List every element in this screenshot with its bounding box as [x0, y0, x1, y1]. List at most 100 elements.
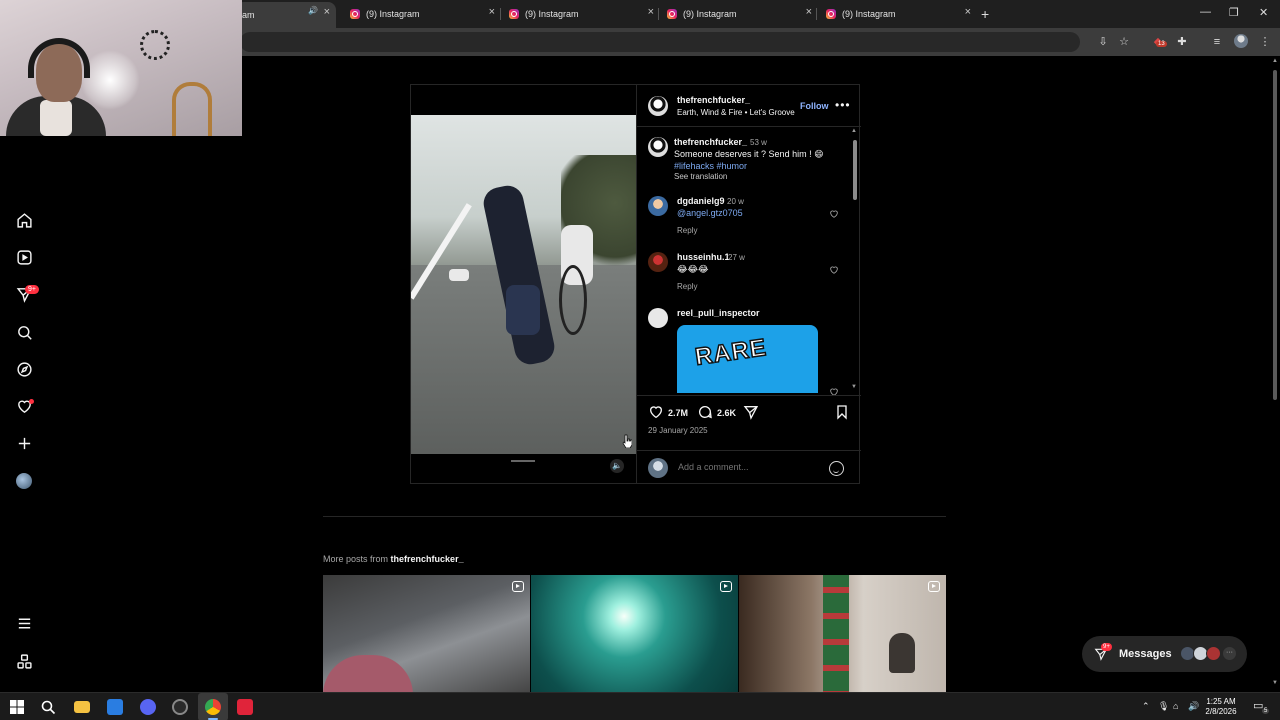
tab-close-icon[interactable]: ×: [489, 6, 495, 18]
tab-close-icon[interactable]: ×: [965, 6, 971, 18]
chrome-menu-icon[interactable]: ⋮: [1258, 35, 1272, 49]
likes-count[interactable]: 2.7M: [668, 408, 688, 418]
app-icon[interactable]: [237, 699, 253, 715]
comment-avatar[interactable]: [648, 252, 668, 272]
chrome-icon[interactable]: [205, 699, 221, 715]
share-icon[interactable]: [743, 404, 759, 420]
volume-icon[interactable]: 🔈: [610, 459, 624, 473]
reply-link[interactable]: Reply: [677, 226, 697, 235]
caption-avatar[interactable]: [648, 137, 668, 157]
more-options-icon[interactable]: •••: [835, 98, 851, 112]
reel-video[interactable]: 🔈: [411, 85, 636, 483]
search-icon[interactable]: [16, 324, 33, 341]
comment-age: 27 w: [728, 253, 745, 262]
comments-scrollbar[interactable]: ▲ ▼: [851, 128, 859, 394]
microphone-icon[interactable]: 🎙: [1158, 701, 1169, 712]
network-icon[interactable]: ⌂: [1173, 701, 1178, 711]
follow-button[interactable]: Follow: [800, 101, 829, 111]
file-explorer-icon[interactable]: [74, 701, 90, 713]
owner-username[interactable]: thefrenchfucker_: [677, 95, 750, 105]
notification-dot: [29, 399, 34, 404]
scroll-down-arrow-icon[interactable]: ▼: [851, 384, 857, 390]
taskbar-clock[interactable]: 1:25 AM 2/8/2026: [1198, 697, 1244, 717]
caption-text: Someone deserves it ? Send him ! 😄: [674, 149, 824, 159]
video-frame: [411, 115, 636, 454]
caption-username[interactable]: thefrenchfucker_: [674, 137, 747, 147]
scroll-down-arrow-icon[interactable]: ▼: [1272, 680, 1278, 686]
tab-active[interactable]: am 🔊 ×: [236, 2, 336, 28]
comment-bubble-icon[interactable]: [697, 404, 713, 420]
reel-icon: [720, 581, 732, 592]
minimize-button[interactable]: —: [1200, 6, 1211, 18]
tab-close-icon[interactable]: ×: [648, 6, 654, 18]
reel-icon: [928, 581, 940, 592]
close-window-button[interactable]: ✕: [1259, 6, 1268, 19]
comment-username[interactable]: reel_pull_inspector: [677, 308, 760, 318]
like-heart-icon[interactable]: [648, 404, 664, 420]
tab-divider: [658, 8, 659, 20]
reels-icon[interactable]: [16, 249, 33, 266]
scrollbar-thumb[interactable]: [1273, 70, 1277, 400]
section-divider: [323, 516, 946, 517]
save-bookmark-icon[interactable]: [834, 404, 850, 420]
owner-avatar[interactable]: [648, 96, 668, 116]
tab-divider: [500, 8, 501, 20]
clock-time: 1:25 AM: [1206, 697, 1236, 706]
see-translation-link[interactable]: See translation: [674, 172, 727, 181]
windows-start-icon[interactable]: [9, 699, 25, 715]
media-controls-icon[interactable]: ≡: [1210, 35, 1224, 49]
tab-instagram-4[interactable]: (9) Instagram ×: [826, 4, 971, 24]
tab-divider: [816, 8, 817, 20]
threads-icon[interactable]: [16, 653, 33, 670]
bookmark-star-icon[interactable]: ☆: [1117, 35, 1131, 49]
more-post-thumbnail[interactable]: [531, 575, 738, 693]
comment-username[interactable]: dgdanielg9: [677, 196, 725, 206]
search-icon[interactable]: [40, 699, 56, 715]
profile-avatar[interactable]: [16, 473, 32, 489]
tab-title: (9) Instagram: [683, 9, 737, 19]
reply-link[interactable]: Reply: [677, 282, 697, 291]
comment-like-heart-icon[interactable]: [829, 209, 839, 219]
tab-close-icon[interactable]: ×: [806, 6, 812, 18]
comment-avatar[interactable]: [648, 196, 668, 216]
page-scrollbar[interactable]: ▲ ▼: [1270, 56, 1280, 690]
comment-avatar[interactable]: [648, 308, 668, 328]
tab-instagram-3[interactable]: (9) Instagram ×: [667, 4, 812, 24]
home-icon[interactable]: [16, 212, 33, 229]
caption-hashtags[interactable]: #lifehacks #humor: [674, 161, 747, 171]
scrollbar-thumb[interactable]: [853, 140, 857, 200]
extensions-puzzle-icon[interactable]: ✚: [1175, 35, 1189, 49]
create-plus-icon[interactable]: [16, 435, 33, 452]
browser-profile-avatar[interactable]: [1234, 34, 1248, 48]
obs-icon[interactable]: [172, 699, 188, 715]
current-user-avatar: [648, 458, 668, 478]
comment-like-heart-icon[interactable]: [829, 265, 839, 275]
tab-instagram-1[interactable]: (9) Instagram ×: [350, 4, 495, 24]
add-comment-input[interactable]: [678, 462, 818, 472]
restore-button[interactable]: ❐: [1229, 6, 1239, 19]
explore-icon[interactable]: [16, 361, 33, 378]
more-post-thumbnail[interactable]: [323, 575, 530, 693]
address-bar[interactable]: [240, 32, 1080, 52]
scroll-up-arrow-icon[interactable]: ▲: [1272, 58, 1278, 64]
tray-overflow-icon[interactable]: ⌃: [1142, 701, 1150, 712]
comment-username[interactable]: husseinhu.1: [677, 252, 730, 262]
install-app-icon[interactable]: ⇩: [1096, 35, 1110, 49]
scroll-up-arrow-icon[interactable]: ▲: [851, 128, 857, 134]
messages-badge: 9+: [25, 285, 39, 294]
comments-count[interactable]: 2.6K: [717, 408, 736, 418]
more-posts-username[interactable]: thefrenchfucker_: [391, 554, 464, 564]
store-icon[interactable]: [107, 699, 123, 715]
more-posts-heading: More posts from thefrenchfucker_: [323, 554, 464, 564]
more-post-thumbnail[interactable]: [739, 575, 946, 693]
menu-icon[interactable]: [16, 615, 33, 632]
discord-icon[interactable]: [140, 699, 156, 715]
emoji-picker-icon[interactable]: [829, 461, 844, 476]
tab-instagram-2[interactable]: (9) Instagram ×: [509, 4, 654, 24]
audio-playing-icon[interactable]: 🔊: [308, 6, 318, 15]
audio-track[interactable]: Earth, Wind & Fire • Let's Groove: [677, 108, 795, 117]
comment-mention[interactable]: @angel.gtz0705: [677, 208, 743, 218]
new-tab-button[interactable]: +: [981, 6, 989, 22]
tab-close-icon[interactable]: ×: [324, 6, 330, 18]
messages-floating-button[interactable]: 9+ Messages ···: [1082, 636, 1247, 672]
